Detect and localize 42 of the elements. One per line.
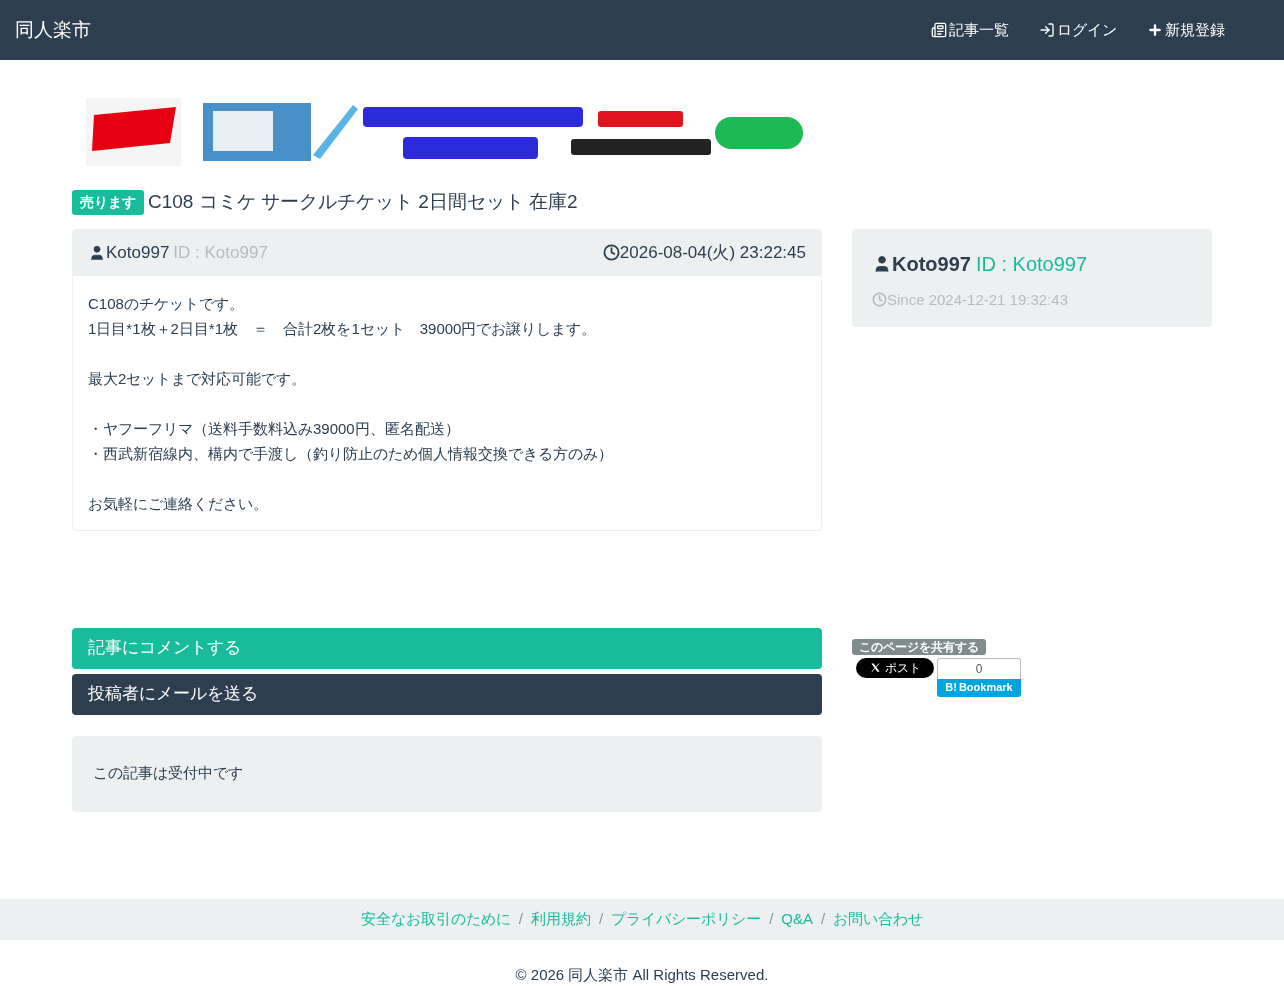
body-text: C108のチケットです。	[88, 293, 245, 314]
brand-link[interactable]: 同人楽市	[15, 15, 91, 45]
author-id: ID : Koto997	[173, 241, 268, 264]
status-text: この記事は受付中です	[93, 763, 243, 784]
footer-link[interactable]: お問い合わせ	[833, 907, 924, 931]
post-title: C108 コミケ サークルチケット 2日間セット 在庫2	[148, 190, 578, 214]
separator: /	[768, 908, 775, 929]
clock-icon	[602, 244, 620, 261]
footer-link[interactable]: 利用規約	[531, 907, 591, 931]
footer-link[interactable]: 安全なお取引のために	[360, 907, 511, 931]
since-date: Since 2024-12-21 19:32:43	[887, 289, 1068, 310]
mail-button[interactable]: 投稿者にメールを送る	[72, 673, 822, 715]
separator: /	[517, 908, 524, 929]
body-text: お気軽にご連絡ください。	[88, 493, 269, 514]
x-post-button[interactable]: ポスト	[856, 657, 934, 678]
list-icon	[931, 22, 947, 38]
author-name: Koto997	[106, 241, 170, 264]
separator: /	[820, 908, 827, 929]
body-text: ・西武新宿線内、構内で手渡し（釣り防止のため個人情報交換できる方のみ）	[88, 443, 614, 464]
share-label: このページを共有する	[852, 638, 986, 655]
comment-button[interactable]: 記事にコメントする	[72, 627, 822, 669]
separator: /	[598, 908, 605, 929]
body-text: ・ヤフーフリマ（送料手数料込み39000円、匿名配送）	[88, 418, 461, 439]
nav-link[interactable]: 記事一覧	[931, 18, 1009, 42]
footer-link[interactable]: プライバシーポリシー	[611, 907, 762, 931]
profile-name: Koto997	[892, 251, 971, 277]
post-date: 2026-08-04(火) 23:22:45	[619, 241, 806, 264]
footer-link[interactable]: Q&A	[781, 907, 813, 931]
plus-icon	[1147, 22, 1163, 38]
x-logo-icon	[869, 662, 881, 673]
sell-label: 売ります	[72, 189, 144, 215]
profile-id: ID : Koto997	[975, 251, 1088, 277]
clock-icon	[872, 292, 887, 308]
login-icon	[1039, 22, 1055, 38]
bookmark-count: 0	[937, 657, 1021, 679]
body-text: 1日目*1枚＋2日目*1枚 ＝ 合計2枚を1セット 39000円でお譲りします。	[88, 318, 598, 339]
body-text: 最大2セットまで対応可能です。	[88, 368, 308, 389]
nav-link[interactable]: ログイン	[1039, 18, 1117, 42]
user-icon	[88, 243, 106, 262]
copyright: © 2026 同人楽市 All Rights Reserved.	[514, 964, 770, 985]
nav-link[interactable]: 新規登録	[1147, 18, 1225, 42]
bookmark-button[interactable]: B! Bookmark	[937, 678, 1021, 697]
